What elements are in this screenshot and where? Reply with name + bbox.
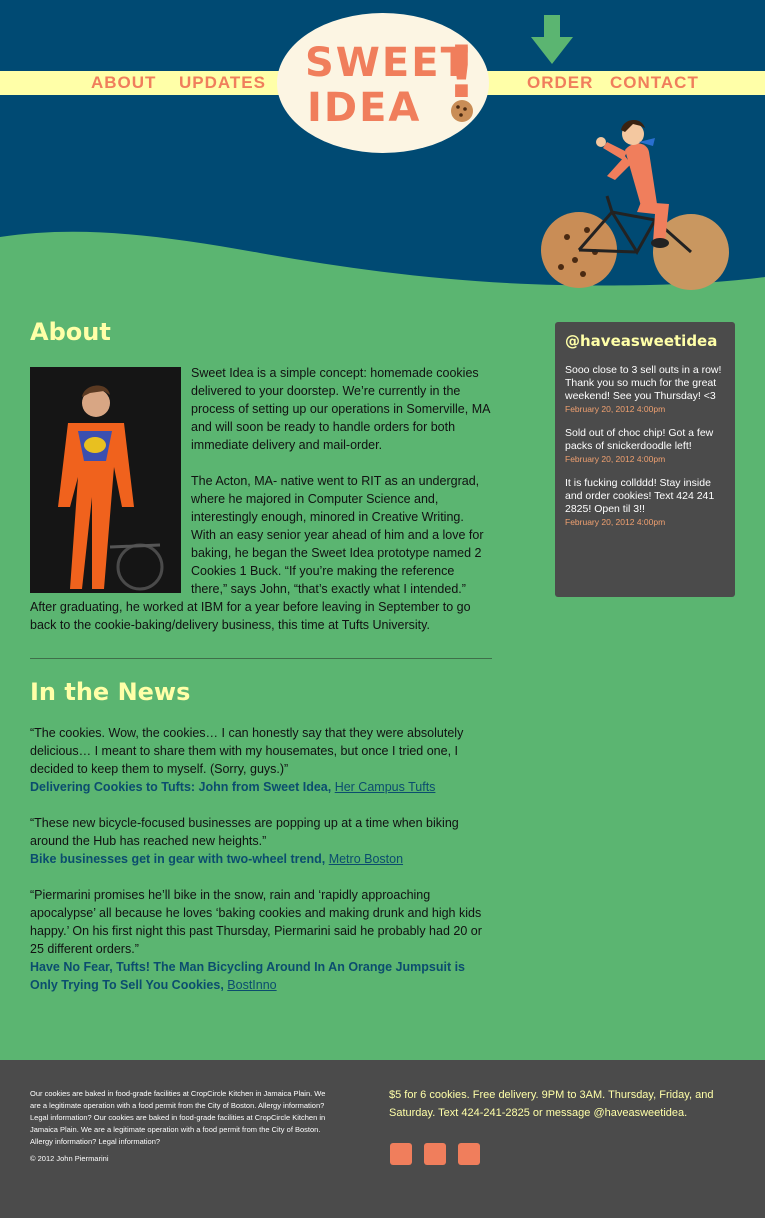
- news-quote: “Piermarini promises he’ll bike in the s…: [30, 888, 482, 956]
- site-footer: Our cookies are baked in food-grade faci…: [0, 1060, 765, 1218]
- sweet-idea-logo[interactable]: SWEET IDEA !: [277, 13, 489, 153]
- footer-legal-text: Our cookies are baked in food-grade faci…: [30, 1089, 326, 1146]
- news-source-link[interactable]: BostInno: [227, 978, 276, 992]
- section-divider: [30, 658, 492, 659]
- news-item: “The cookies. Wow, the cookies… I can ho…: [30, 724, 492, 796]
- news-quote: “The cookies. Wow, the cookies… I can ho…: [30, 726, 464, 776]
- footer-order-info: $5 for 6 cookies. Free delivery. 9PM to …: [389, 1089, 714, 1119]
- down-arrow-icon: [531, 15, 573, 64]
- tweet: Sooo close to 3 sell outs in a row! Than…: [565, 364, 727, 414]
- about-heading: About: [30, 318, 111, 346]
- news-quote: “These new bicycle-focused businesses ar…: [30, 816, 459, 848]
- about-body: Sweet Idea is a simple concept: homemade…: [30, 364, 492, 652]
- nav-contact[interactable]: CONTACT: [610, 73, 699, 93]
- news-item: “These new bicycle-focused businesses ar…: [30, 814, 492, 868]
- tweet-date[interactable]: February 20, 2012 4:00pm: [565, 517, 727, 527]
- news-item: “Piermarini promises he’ll bike in the s…: [30, 886, 492, 994]
- news-heading: In the News: [30, 678, 191, 706]
- news-list: “The cookies. Wow, the cookies… I can ho…: [30, 724, 492, 1012]
- tweet-text: Sold out of choc chip! Got a few packs o…: [565, 427, 714, 452]
- tweet-date[interactable]: February 20, 2012 4:00pm: [565, 404, 727, 414]
- news-source-link[interactable]: Metro Boston: [329, 852, 403, 866]
- social-icon[interactable]: [424, 1143, 446, 1165]
- tweet-text: Sooo close to 3 sell outs in a row! Than…: [565, 364, 722, 402]
- social-icon[interactable]: [390, 1143, 412, 1165]
- news-source-link[interactable]: Her Campus Tufts: [335, 780, 436, 794]
- tweet-date[interactable]: February 20, 2012 4:00pm: [565, 454, 727, 464]
- tweet: Sold out of choc chip! Got a few packs o…: [565, 427, 727, 464]
- twitter-panel: @haveasweetidea Sooo close to 3 sell out…: [555, 322, 735, 597]
- cookie-bike-rider-illustration: [541, 119, 729, 290]
- tweet-text: It is fucking collddd! Stay inside and o…: [565, 477, 715, 515]
- news-article-link[interactable]: Delivering Cookies to Tufts: John from S…: [30, 780, 331, 794]
- social-icon[interactable]: [458, 1143, 480, 1165]
- twitter-handle[interactable]: @haveasweetidea: [565, 332, 717, 350]
- nav-about[interactable]: ABOUT: [91, 73, 156, 93]
- tweet: It is fucking collddd! Stay inside and o…: [565, 477, 727, 527]
- footer-copyright: © 2012 John Piermarini: [30, 1154, 109, 1163]
- cookie-icon: [451, 100, 473, 122]
- nav-updates[interactable]: UPDATES: [179, 73, 266, 93]
- nav-order[interactable]: ORDER: [527, 73, 593, 93]
- news-article-link[interactable]: Bike businesses get in gear with two-whe…: [30, 852, 325, 866]
- logo-line2: IDEA: [307, 85, 421, 131]
- tweet-list: Sooo close to 3 sell outs in a row! Than…: [565, 364, 727, 540]
